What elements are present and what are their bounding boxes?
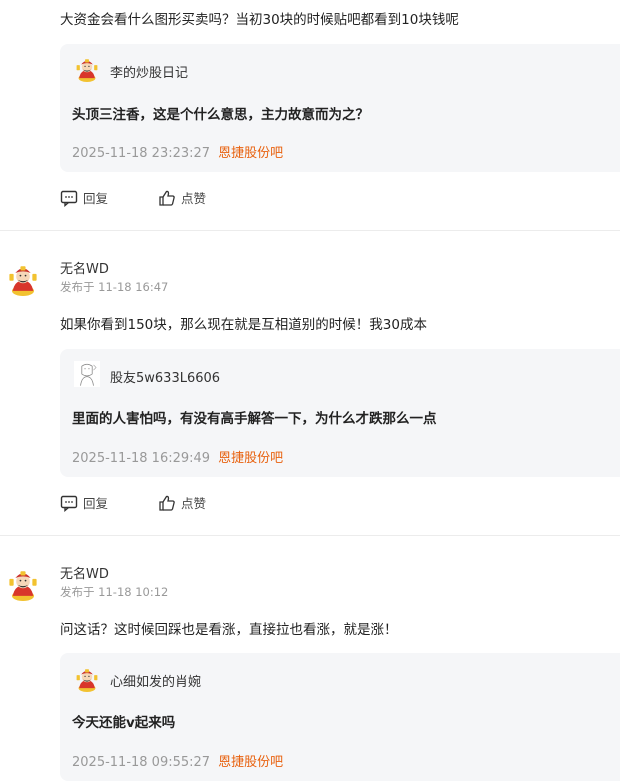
quoted-author[interactable]: 李的炒股日记	[110, 62, 188, 81]
thumbs-up-icon	[159, 190, 175, 206]
comment-author[interactable]: 无名WD	[60, 563, 109, 582]
like-button[interactable]: 点赞	[158, 188, 206, 207]
thumbs-up-icon	[159, 495, 175, 511]
quoted-meta: 2025-11-18 23:23:27 恩捷股份吧	[72, 142, 283, 161]
like-label: 点赞	[181, 191, 207, 206]
quoted-bar-link[interactable]: 恩捷股份吧	[218, 146, 283, 161]
quoted-author[interactable]: 股友5w633L6606	[110, 367, 220, 386]
user-avatar[interactable]	[6, 567, 40, 601]
user-avatar[interactable]	[74, 361, 100, 387]
comment-text: 如果你看到150块，那么现在就是互相道别的时候！我30成本	[60, 317, 427, 333]
reply-button[interactable]: 回复	[60, 188, 108, 207]
comment-text: 大资金会看什么图形买卖吗？当初30块的时候贴吧都看到10块钱呢	[60, 12, 459, 28]
quoted-comment[interactable]: 心细如发的肖婉 今天还能v起来吗 2025-11-18 09:55:27 恩捷股份…	[60, 653, 620, 781]
quoted-bar-link[interactable]: 恩捷股份吧	[218, 755, 283, 770]
quoted-bar-link[interactable]: 恩捷股份吧	[218, 451, 283, 466]
comment-divider	[0, 230, 620, 231]
like-button[interactable]: 点赞	[158, 493, 206, 512]
quoted-text: 今天还能v起来吗	[72, 715, 176, 731]
quoted-comment[interactable]: 股友5w633L6606 里面的人害怕吗，有没有高手解答一下，为什么才跌那么一点…	[60, 349, 620, 477]
reply-label: 回复	[83, 191, 109, 206]
quoted-text: 里面的人害怕吗，有没有高手解答一下，为什么才跌那么一点	[72, 411, 437, 427]
quoted-author[interactable]: 心细如发的肖婉	[110, 671, 201, 690]
quoted-time: 2025-11-18 09:55:27	[72, 755, 211, 770]
fortune-god-avatar[interactable]	[74, 666, 100, 692]
reply-label: 回复	[83, 496, 109, 511]
fortune-god-avatar[interactable]	[74, 56, 100, 82]
quoted-comment[interactable]: 李的炒股日记 头顶三注香，这是个什么意思，主力故意而为之？ 2025-11-18…	[60, 44, 620, 172]
quoted-meta: 2025-11-18 09:55:27 恩捷股份吧	[72, 751, 283, 770]
user-avatar[interactable]	[6, 262, 40, 296]
comment-icon	[60, 495, 78, 512]
quoted-time: 2025-11-18 23:23:27	[72, 146, 211, 161]
quoted-text: 头顶三注香，这是个什么意思，主力故意而为之？	[72, 107, 369, 123]
quoted-time: 2025-11-18 16:29:49	[72, 451, 211, 466]
reply-button[interactable]: 回复	[60, 493, 108, 512]
comment-divider	[0, 535, 620, 536]
comment-published-time: 发布于 11-18 10:12	[60, 585, 169, 599]
like-label: 点赞	[181, 496, 207, 511]
quoted-meta: 2025-11-18 16:29:49 恩捷股份吧	[72, 447, 283, 466]
comment-text: 问这话？这时候回踩也是看涨，直接拉也看涨，就是涨！	[60, 622, 398, 638]
comment-published-time: 发布于 11-18 16:47	[60, 280, 169, 294]
comment-author[interactable]: 无名WD	[60, 258, 109, 277]
comment-icon	[60, 190, 78, 207]
